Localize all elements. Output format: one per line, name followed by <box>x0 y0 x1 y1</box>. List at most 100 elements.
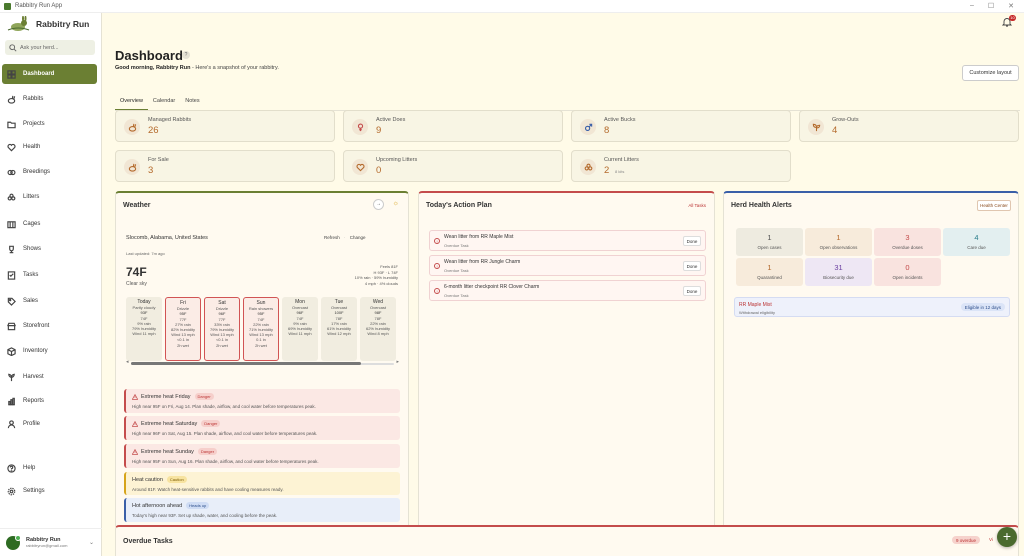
stat-card-active-bucks[interactable]: Active Bucks 8 <box>571 110 791 142</box>
weather-alert[interactable]: Extreme heat Saturday Danger High near 96F… <box>124 416 400 440</box>
sidebar-item-shows[interactable]: Shows <box>2 239 97 259</box>
search-input[interactable]: Ask your herd... <box>20 45 59 51</box>
user-profile-menu[interactable]: Rabbitry Run rabbitryrun@gmail.com ⌄ <box>0 528 102 556</box>
weather-alert-title: Extreme heat Saturday <box>141 420 198 427</box>
metric-value: 3 <box>905 233 910 242</box>
sidebar-item-dashboard[interactable]: Dashboard <box>2 64 97 84</box>
brand-name: Rabbitry Run <box>36 19 90 29</box>
sidebar-item-health[interactable]: Health <box>2 137 97 157</box>
add-fab-button[interactable]: + <box>997 527 1017 547</box>
forecast-day-fri[interactable]: Fri Drizzle 95F 77F 27% rain 82% humidity Wind… <box>165 297 201 361</box>
change-link[interactable]: Change <box>350 235 366 240</box>
stat-card-upcoming-litters[interactable]: Upcoming Litters 0 <box>343 150 563 182</box>
alert-circle-icon: ! <box>434 288 440 294</box>
weather-alert-body: Today's high near 93F. Set up shade, wat… <box>132 513 278 518</box>
chevron-down-icon[interactable]: ⌄ <box>89 539 94 546</box>
action-item[interactable]: ! 6-month litter checkpoint RR Clover Cha… <box>429 280 706 301</box>
health-metric-open-cases[interactable]: 1 Open cases <box>736 228 803 256</box>
weather-alert[interactable]: Heat caution Caution Around 81F. Watch hea… <box>124 472 400 495</box>
weather-alert[interactable]: Hot afternoon ahead Heads up Today's high … <box>124 498 400 522</box>
forecast-day-wed[interactable]: Wed Overcast 98F 78F 22% rain 62% humidity Win… <box>360 297 396 361</box>
stat-card-grow-outs[interactable]: Grow-Outs 4 <box>799 110 1019 142</box>
metric-label: Quarantined <box>757 275 782 280</box>
sale-icon <box>128 163 136 172</box>
sales-icon <box>7 297 16 306</box>
view-all-link[interactable]: Vi <box>989 537 993 542</box>
withdrawal-alert[interactable]: RR Maple Mist Withdrawal eligibility Eli… <box>734 297 1010 317</box>
notifications-button[interactable]: 10 <box>1001 15 1016 27</box>
help-icon[interactable]: ? <box>182 51 190 59</box>
search-icon <box>9 43 17 52</box>
stat-card-for-sale[interactable]: For Sale 3 <box>115 150 335 182</box>
health-metric-overdue-doses[interactable]: 3 Overdue doses <box>874 228 941 256</box>
done-button[interactable]: Done <box>683 286 701 296</box>
forecast-scrollbar[interactable]: ◂ ▸ <box>126 359 399 366</box>
sidebar-item-reports[interactable]: Reports <box>2 391 97 411</box>
health-center-button[interactable]: Health Center <box>977 200 1011 211</box>
sidebar-item-profile[interactable]: Profile <box>2 414 97 434</box>
sidebar-item-projects[interactable]: Projects <box>2 114 97 134</box>
close-icon[interactable]: ✕ <box>1008 2 1014 10</box>
tab-calendar[interactable]: Calendar <box>148 95 180 110</box>
maximize-icon[interactable]: ☐ <box>988 2 994 10</box>
weather-alert-badge: Heads up <box>186 502 210 509</box>
sidebar-item-rabbits[interactable]: Rabbits <box>2 89 97 109</box>
sidebar-item-inventory[interactable]: Inventory <box>2 341 97 361</box>
health-metric-care-due[interactable]: 4 Care due <box>943 228 1010 256</box>
overdue-tasks-card: Overdue Tasks 9 overdue Vi <box>115 525 1019 556</box>
forecast-day-today[interactable]: Today Partly cloudy 93F 74F 9% rain 79% humid… <box>126 297 162 361</box>
stat-card-managed-rabbits[interactable]: Managed Rabbits 26 <box>115 110 335 142</box>
action-sub: Overdue Task <box>444 268 469 273</box>
action-item[interactable]: ! Wean litter from RR Maple Mist Overdue T… <box>429 230 706 251</box>
weather-alert[interactable]: Extreme heat Sunday Danger High near 95F o… <box>124 444 400 468</box>
health-metric-biosecurity-due[interactable]: 31 Biosecurity due <box>805 258 872 286</box>
weather-alert[interactable]: Extreme heat Friday Danger High near 95F o… <box>124 389 400 413</box>
done-button[interactable]: Done <box>683 236 701 246</box>
sidebar-item-harvest[interactable]: Harvest <box>2 367 97 387</box>
customize-layout-button[interactable]: Customize layout <box>962 65 1019 81</box>
health-metric-open-incidents[interactable]: 0 Open incidents <box>874 258 941 286</box>
forecast-day-mon[interactable]: Mon Overcast 96F 74F 9% rain 69% humidity Wind… <box>282 297 318 361</box>
refresh-link[interactable]: Refresh <box>324 235 340 240</box>
metric-label: Biosecurity due <box>823 275 854 280</box>
weather-alert-title: Extreme heat Friday <box>141 393 191 400</box>
sidebar-item-label: Projects <box>23 121 45 127</box>
sidebar-item-settings[interactable]: Settings <box>2 481 97 501</box>
done-button[interactable]: Done <box>683 261 701 271</box>
sidebar-item-litters[interactable]: Litters <box>2 187 97 207</box>
sprout-icon <box>812 123 820 131</box>
window-titlebar: Rabbitry Run App – ☐ ✕ <box>0 0 1024 13</box>
health-metric-open-observations[interactable]: 1 Open observations <box>805 228 872 256</box>
health-metric-quarantined[interactable]: 1 Quarantined <box>736 258 803 286</box>
weather-details: Feels 81F H 93F · L 74F 10% rain · 59% h… <box>354 264 398 286</box>
forecast-day-sat[interactable]: Sat Drizzle 96F 77F 33% rain 79% humidity Wind… <box>204 297 240 361</box>
main-content: 10 Dashboard ? Good morning, Rabbitry Ru… <box>103 13 1024 556</box>
sidebar-item-tasks[interactable]: Tasks <box>2 265 97 285</box>
stat-card-active-does[interactable]: Active Does 9 <box>343 110 563 142</box>
all-tasks-link[interactable]: All Tasks <box>688 203 706 208</box>
box-icon <box>7 346 16 356</box>
sidebar-item-help[interactable]: Help <box>2 458 97 478</box>
open-weather-icon[interactable]: → <box>373 199 384 210</box>
stat-value: 3 <box>148 165 154 176</box>
forecast-day-tue[interactable]: Tue Overcast 100F 78F 17% rain 61% humidity Wi… <box>321 297 357 361</box>
minimize-icon[interactable]: – <box>970 2 974 10</box>
sidebar-item-breedings[interactable]: Breedings <box>2 162 97 182</box>
action-plan-title: Today's Action Plan <box>426 202 492 209</box>
action-item[interactable]: ! Wean litter from RR Jungle Charm Overdue… <box>429 255 706 276</box>
metric-label: Open observations <box>819 245 858 250</box>
sidebar-item-cages[interactable]: Cages <box>2 214 97 234</box>
sidebar-item-sales[interactable]: Sales <box>2 291 97 311</box>
sidebar-item-storefront[interactable]: Storefront <box>2 316 97 336</box>
day-wet-hours: 2h wet <box>255 342 267 348</box>
sidebar-item-label: Litters <box>23 194 40 200</box>
stat-card-current-litters[interactable]: Current Litters 2 8 kits <box>571 150 791 182</box>
weather-alert-body: Around 81F. Watch heat-sensitive rabbits… <box>132 487 284 492</box>
page-title: Dashboard <box>115 48 183 63</box>
tab-overview[interactable]: Overview <box>115 95 148 110</box>
brand[interactable]: Rabbitry Run <box>0 13 101 35</box>
alert-circle-icon: ! <box>434 238 440 244</box>
forecast-day-sun[interactable]: Sun Rain showers 95F 74F 22% rain 71% humidit… <box>243 297 279 361</box>
tab-notes[interactable]: Notes <box>180 95 204 110</box>
search-box[interactable]: Ask your herd... <box>5 40 95 55</box>
